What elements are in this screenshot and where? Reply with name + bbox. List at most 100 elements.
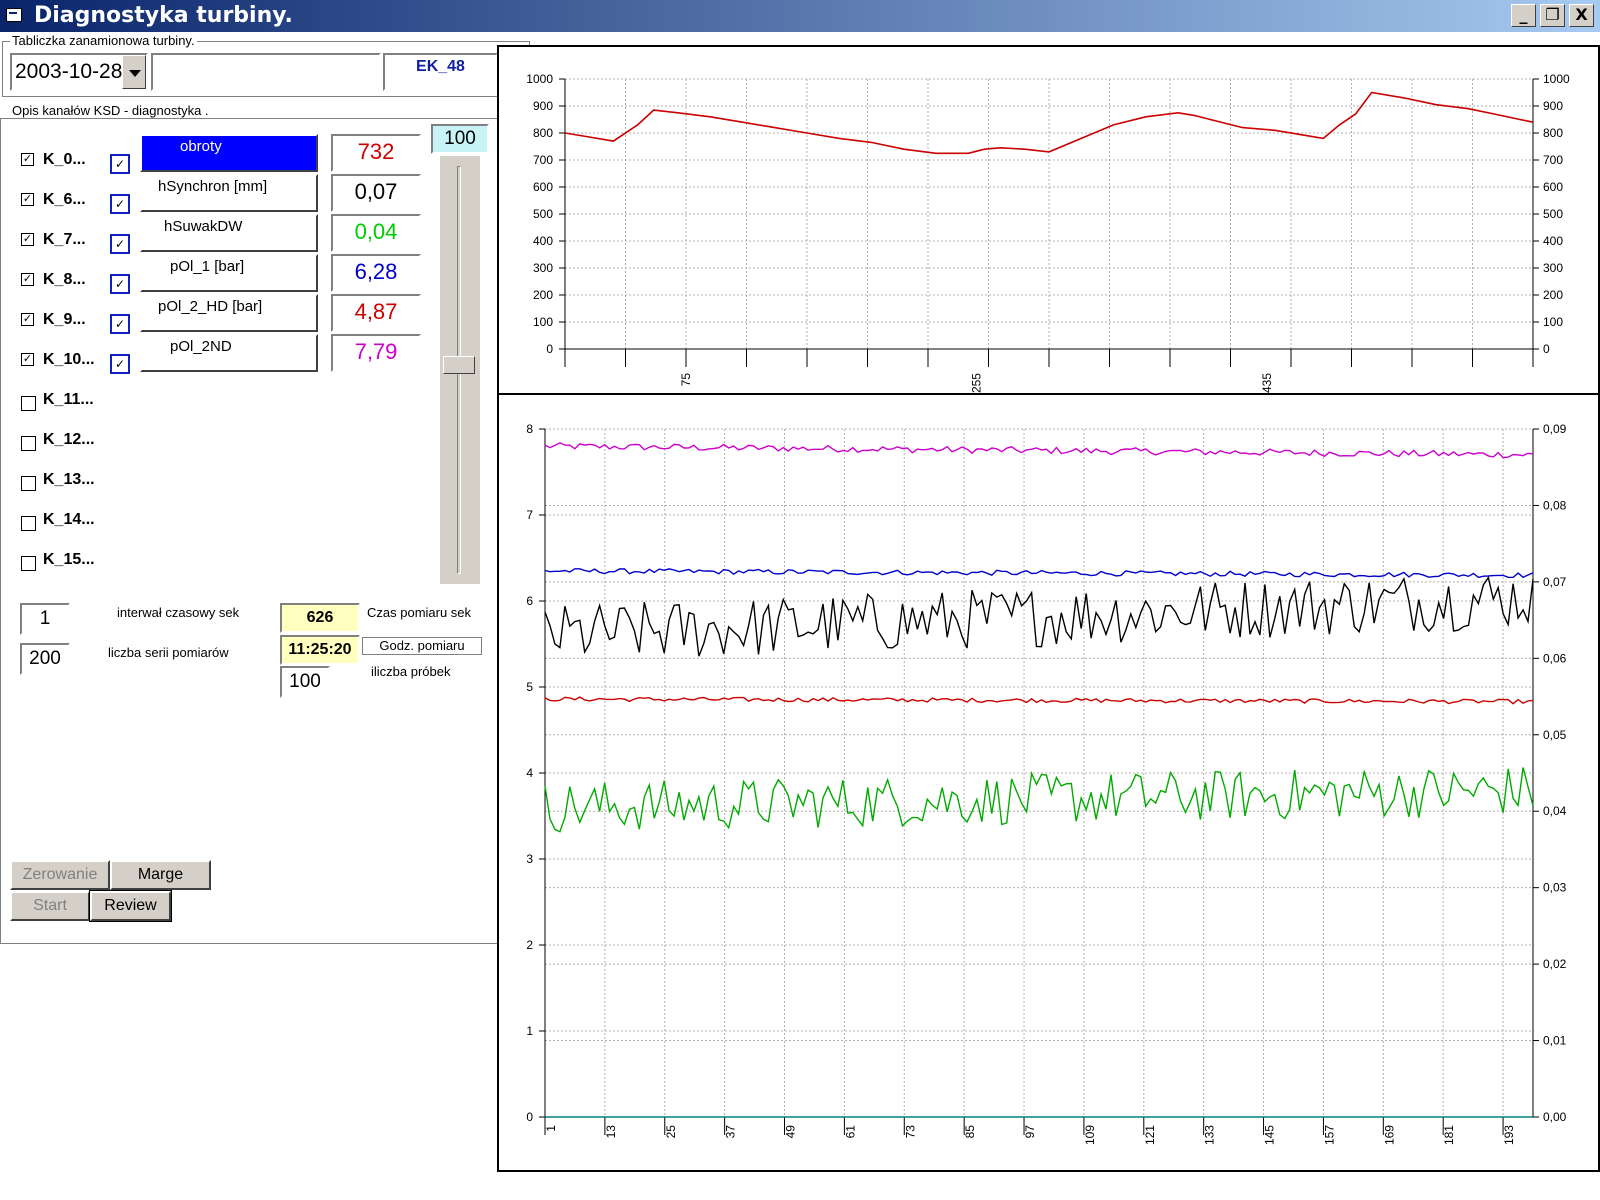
y-tick-label: 6 — [526, 594, 533, 608]
signal-series-line — [544, 696, 1534, 705]
channel-checkbox[interactable]: ✓ — [21, 353, 34, 366]
y2-tick-label: 800 — [1543, 126, 1563, 140]
channel-label: K_15... — [43, 551, 95, 568]
signals-chart-svg: 0 1 2 3 4 5 6 7 8 0,00 0,01 0,02 0,03 0,04 0,05 0,06 0,0… — [526, 422, 1567, 1145]
interval-label: interwał czasowy sek — [117, 605, 240, 620]
y2-tick-label: 900 — [1543, 99, 1563, 113]
signal-name: hSuwakDW — [164, 218, 243, 235]
x-tick-label: 49 — [784, 1125, 798, 1139]
y-tick-label: 5 — [526, 680, 533, 694]
measure-time-field: 626 — [280, 603, 360, 633]
y-tick-label: 8 — [526, 422, 533, 436]
channel-label: K_10... — [43, 351, 95, 368]
x-tick-label: 181 — [1442, 1125, 1456, 1145]
measure-clock-label: Godz. pomiaru — [362, 637, 482, 655]
signal-name-box: pOl_1 [bar] — [140, 254, 318, 292]
y-tick-label: 0 — [526, 1110, 533, 1124]
marge-button[interactable]: Marge — [110, 860, 211, 890]
turbine-code-field: EK_48 — [383, 53, 498, 91]
minimize-button[interactable]: _ — [1511, 4, 1536, 27]
zero-button[interactable]: Zerowanie — [10, 860, 110, 890]
value-slider[interactable] — [440, 156, 480, 584]
samples-input[interactable]: 100 — [280, 666, 330, 698]
y2-tick-label: 400 — [1543, 234, 1563, 248]
x-tick-label: 1 — [544, 1125, 558, 1132]
measure-clock-field: 11:25:20 — [280, 635, 360, 665]
x-tick-label: 25 — [664, 1125, 678, 1139]
close-button[interactable]: X — [1569, 4, 1594, 27]
y2-tick-label: 0,09 — [1543, 422, 1567, 436]
signal-checkbox[interactable]: ✓ — [110, 274, 130, 294]
signal-name: pOl_1 [bar] — [170, 258, 245, 275]
review-button[interactable]: Review — [89, 890, 172, 922]
x-tick-label: 61 — [843, 1125, 857, 1139]
signal-name-box: pOl_2ND — [140, 334, 318, 372]
y2-tick-label: 0,06 — [1543, 651, 1567, 665]
channel-checkbox[interactable] — [21, 476, 36, 491]
interval-input[interactable]: 1 — [20, 603, 70, 635]
y-tick-label: 200 — [533, 288, 553, 302]
measure-time-label: Czas pomiaru sek — [367, 605, 472, 620]
app-icon — [6, 8, 22, 22]
date-combobox[interactable]: 2003-10-28 — [10, 53, 148, 91]
y2-tick-label: 0,04 — [1543, 804, 1567, 818]
y-tick-label: 3 — [526, 852, 533, 866]
signal-value: 732 — [331, 134, 421, 172]
x-tick-label: 193 — [1502, 1125, 1516, 1145]
channel-label: K_0... — [43, 151, 86, 168]
y2-tick-label: 0,08 — [1543, 498, 1567, 512]
signal-value: 6,28 — [331, 254, 421, 292]
slider-max-field[interactable]: 100 — [431, 124, 489, 154]
channel-label: K_14... — [43, 511, 95, 528]
channel-checkbox[interactable]: ✓ — [21, 193, 34, 206]
channel-checkbox[interactable] — [21, 396, 36, 411]
y-tick-label: 800 — [533, 126, 553, 140]
restore-button[interactable]: ❐ — [1540, 4, 1565, 27]
channel-checkbox[interactable]: ✓ — [21, 233, 34, 246]
signal-name: obroty — [180, 138, 222, 155]
channel-checkbox[interactable] — [21, 436, 36, 451]
channels-label: Opis kanałów KSD - diagnostyka . — [10, 103, 211, 118]
x-tick-label: 37 — [724, 1125, 738, 1139]
channel-checkbox[interactable] — [21, 556, 36, 571]
signal-name-box: hSynchron [mm] — [140, 174, 318, 212]
channel-checkbox[interactable] — [21, 516, 36, 531]
y2-tick-label: 0,07 — [1543, 575, 1567, 589]
x-tick-label: 97 — [1023, 1125, 1037, 1139]
signal-checkbox[interactable]: ✓ — [110, 354, 130, 374]
series-input[interactable]: 200 — [20, 643, 70, 675]
channel-checkbox[interactable]: ✓ — [21, 273, 34, 286]
signal-name-box: pOl_2_HD [bar] — [140, 294, 318, 332]
signal-value: 7,79 — [331, 334, 421, 372]
signal-checkbox[interactable]: ✓ — [110, 154, 130, 174]
window-title: Diagnostyka turbiny. — [34, 3, 293, 28]
signal-checkbox[interactable]: ✓ — [110, 234, 130, 254]
title-bar: Diagnostyka turbiny. _ ❐ X — [0, 0, 1600, 32]
y-tick-label: 300 — [533, 261, 553, 275]
signal-series-line — [544, 568, 1534, 579]
chevron-down-icon[interactable] — [122, 55, 146, 89]
start-button[interactable]: Start — [10, 891, 90, 921]
slider-thumb[interactable] — [443, 356, 475, 374]
signal-series-line — [544, 767, 1534, 833]
nameplate-text-field[interactable] — [151, 53, 381, 91]
y-tick-label: 4 — [526, 766, 533, 780]
y2-tick-label: 200 — [1543, 288, 1563, 302]
signal-checkbox[interactable]: ✓ — [110, 194, 130, 214]
channel-label: K_11... — [43, 391, 94, 408]
y2-tick-label: 0,02 — [1543, 957, 1567, 971]
x-tick-label: 85 — [963, 1125, 977, 1139]
signal-checkbox[interactable]: ✓ — [110, 314, 130, 334]
channel-checkbox[interactable]: ✓ — [21, 313, 34, 326]
series-label: liczba serii pomiarów — [108, 645, 229, 660]
y-tick-label: 500 — [533, 207, 553, 221]
channel-checkbox[interactable]: ✓ — [21, 153, 34, 166]
channel-label: K_9... — [43, 311, 86, 328]
y-tick-label: 1 — [526, 1024, 533, 1038]
x-tick-label: 145 — [1263, 1125, 1277, 1145]
y2-tick-label: 0,00 — [1543, 1110, 1567, 1124]
y2-tick-label: 0 — [1543, 342, 1550, 356]
y-tick-label: 2 — [526, 938, 533, 952]
x-tick-label: 121 — [1143, 1125, 1157, 1145]
y2-tick-label: 500 — [1543, 207, 1563, 221]
